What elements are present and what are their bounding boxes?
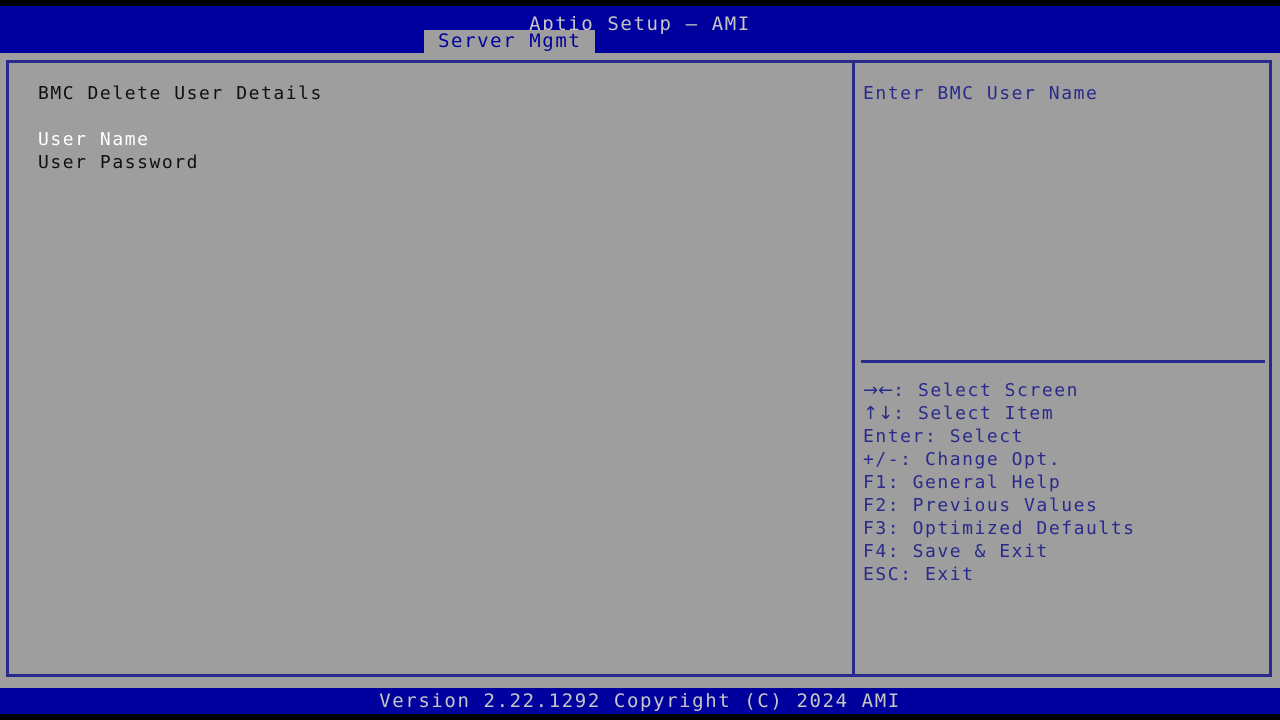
section-heading: BMC Delete User Details (38, 83, 323, 104)
bios-setup-screen: Aptio Setup – AMI Server Mgmt BMC Delete… (0, 0, 1280, 720)
arrow-right-left-icon: →← (863, 380, 894, 401)
nav-action-label: Select Item (917, 403, 1055, 424)
nav-help-list: →←: Select Screen ↑↓: Select Item Enter:… (863, 379, 1263, 586)
nav-separator: : (893, 403, 918, 424)
nav-key-label: Enter (863, 426, 925, 447)
nav-separator: : (900, 564, 925, 585)
nav-help-previous-values: F2: Previous Values (863, 494, 1263, 517)
nav-action-label: Exit (924, 564, 975, 585)
nav-key-label: ESC (863, 564, 901, 585)
setting-item-user-password[interactable]: User Password (38, 151, 852, 174)
nav-separator: : (924, 426, 950, 447)
nav-help-select-item: ↑↓: Select Item (863, 402, 1263, 425)
tab-bar: Server Mgmt (0, 30, 1280, 53)
nav-action-label: Change Opt. (924, 449, 1062, 470)
content-frame: BMC Delete User Details User Name User P… (6, 60, 1272, 677)
nav-separator: : (887, 472, 913, 493)
nav-help-optimized-defaults: F3: Optimized Defaults (863, 517, 1263, 540)
version-text: Version 2.22.1292 Copyright (C) 2024 AMI (379, 690, 901, 712)
nav-action-label: General Help (912, 472, 1062, 493)
body-area: BMC Delete User Details User Name User P… (0, 53, 1280, 688)
settings-panel: BMC Delete User Details User Name User P… (9, 63, 852, 674)
nav-key-label: F4 (863, 541, 888, 562)
nav-action-label: Optimized Defaults (912, 518, 1136, 539)
nav-help-select-screen: →←: Select Screen (863, 379, 1263, 402)
nav-action-label: Save & Exit (912, 541, 1049, 562)
nav-separator: : (887, 541, 913, 562)
nav-separator: : (893, 380, 918, 401)
setting-item-user-name[interactable]: User Name (38, 128, 852, 151)
nav-separator: : (887, 495, 913, 516)
nav-key-label: +/- (863, 449, 901, 470)
arrow-up-down-icon: ↑↓ (863, 403, 894, 424)
nav-help-exit: ESC: Exit (863, 563, 1263, 586)
nav-action-label: Select Screen (917, 380, 1079, 401)
nav-help-enter-select: Enter: Select (863, 425, 1263, 448)
nav-key-label: F1 (863, 472, 888, 493)
nav-separator: : (900, 449, 925, 470)
nav-help-general-help: F1: General Help (863, 471, 1263, 494)
nav-key-label: F3 (863, 518, 888, 539)
tab-server-mgmt[interactable]: Server Mgmt (424, 30, 596, 53)
nav-key-label: F2 (863, 495, 888, 516)
help-panel: Enter BMC User Name →←: Select Screen ↑↓… (855, 63, 1269, 674)
nav-action-label: Select (949, 426, 1025, 447)
footer-band: Version 2.22.1292 Copyright (C) 2024 AMI (0, 688, 1280, 714)
nav-action-label: Previous Values (912, 495, 1099, 516)
nav-separator: : (887, 518, 913, 539)
nav-help-save-exit: F4: Save & Exit (863, 540, 1263, 563)
help-separator (861, 360, 1265, 363)
nav-help-change-opt: +/-: Change Opt. (863, 448, 1263, 471)
help-description: Enter BMC User Name (863, 83, 1099, 104)
